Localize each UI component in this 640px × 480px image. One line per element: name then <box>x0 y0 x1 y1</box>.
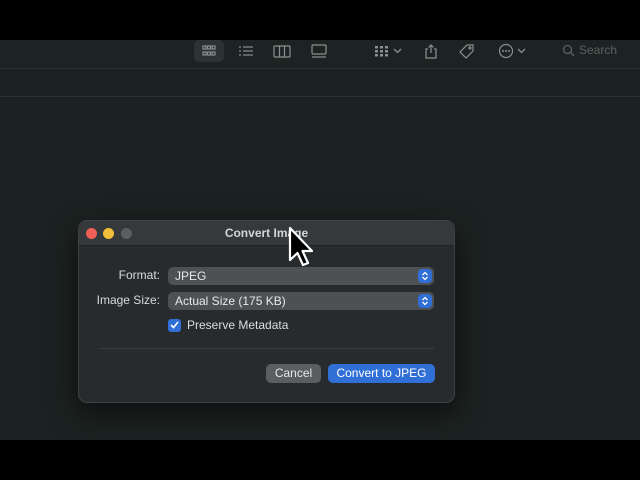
search-icon <box>562 44 575 56</box>
view-list-button[interactable] <box>232 40 260 62</box>
share-icon <box>425 43 437 59</box>
preserve-metadata-label: Preserve Metadata <box>187 318 289 332</box>
group-by-button[interactable] <box>370 40 406 62</box>
more-actions-button[interactable] <box>494 40 530 62</box>
tag-button[interactable] <box>454 40 478 62</box>
search-placeholder: Search <box>579 43 618 57</box>
finder-toolbar: Search <box>0 40 640 69</box>
view-grid-button[interactable] <box>194 40 224 62</box>
image-size-value: Actual Size (175 KB) <box>175 294 286 308</box>
preserve-metadata-row: Preserve Metadata <box>168 318 288 332</box>
gallery-icon <box>311 44 327 58</box>
share-button[interactable] <box>420 40 442 62</box>
convert-button[interactable]: Convert to JPEG <box>328 364 435 383</box>
mouse-cursor-icon <box>288 226 314 267</box>
group-grid-icon <box>375 46 388 57</box>
checkmark-icon <box>170 321 179 329</box>
view-gallery-button[interactable] <box>305 40 333 62</box>
view-columns-button[interactable] <box>268 40 296 62</box>
format-popup[interactable]: JPEG <box>168 267 434 285</box>
columns-icon <box>273 44 291 58</box>
dialog-title: Convert Image <box>224 226 309 240</box>
updown-chevron-icon <box>418 294 432 308</box>
image-size-popup[interactable]: Actual Size (175 KB) <box>168 292 434 310</box>
chevron-down-icon <box>393 48 402 54</box>
format-value: JPEG <box>175 269 207 283</box>
updown-chevron-icon <box>418 269 432 283</box>
list-icon <box>239 46 253 56</box>
format-label: Format: <box>118 268 160 282</box>
convert-image-dialog: Convert Image Format: JPEG Image Size: A… <box>78 220 455 403</box>
search-field[interactable]: Search <box>562 40 617 60</box>
cancel-button[interactable]: Cancel <box>266 364 321 383</box>
ellipsis-circle-icon <box>498 43 514 59</box>
tag-icon <box>459 43 474 59</box>
preserve-metadata-checkbox[interactable] <box>168 318 181 332</box>
image-size-label: Image Size: <box>96 293 160 307</box>
chevron-down-icon <box>517 48 526 54</box>
grid-icon <box>202 45 216 56</box>
dialog-titlebar: Convert Image <box>79 221 454 246</box>
dialog-separator <box>99 348 434 349</box>
separator-line <box>0 96 640 97</box>
